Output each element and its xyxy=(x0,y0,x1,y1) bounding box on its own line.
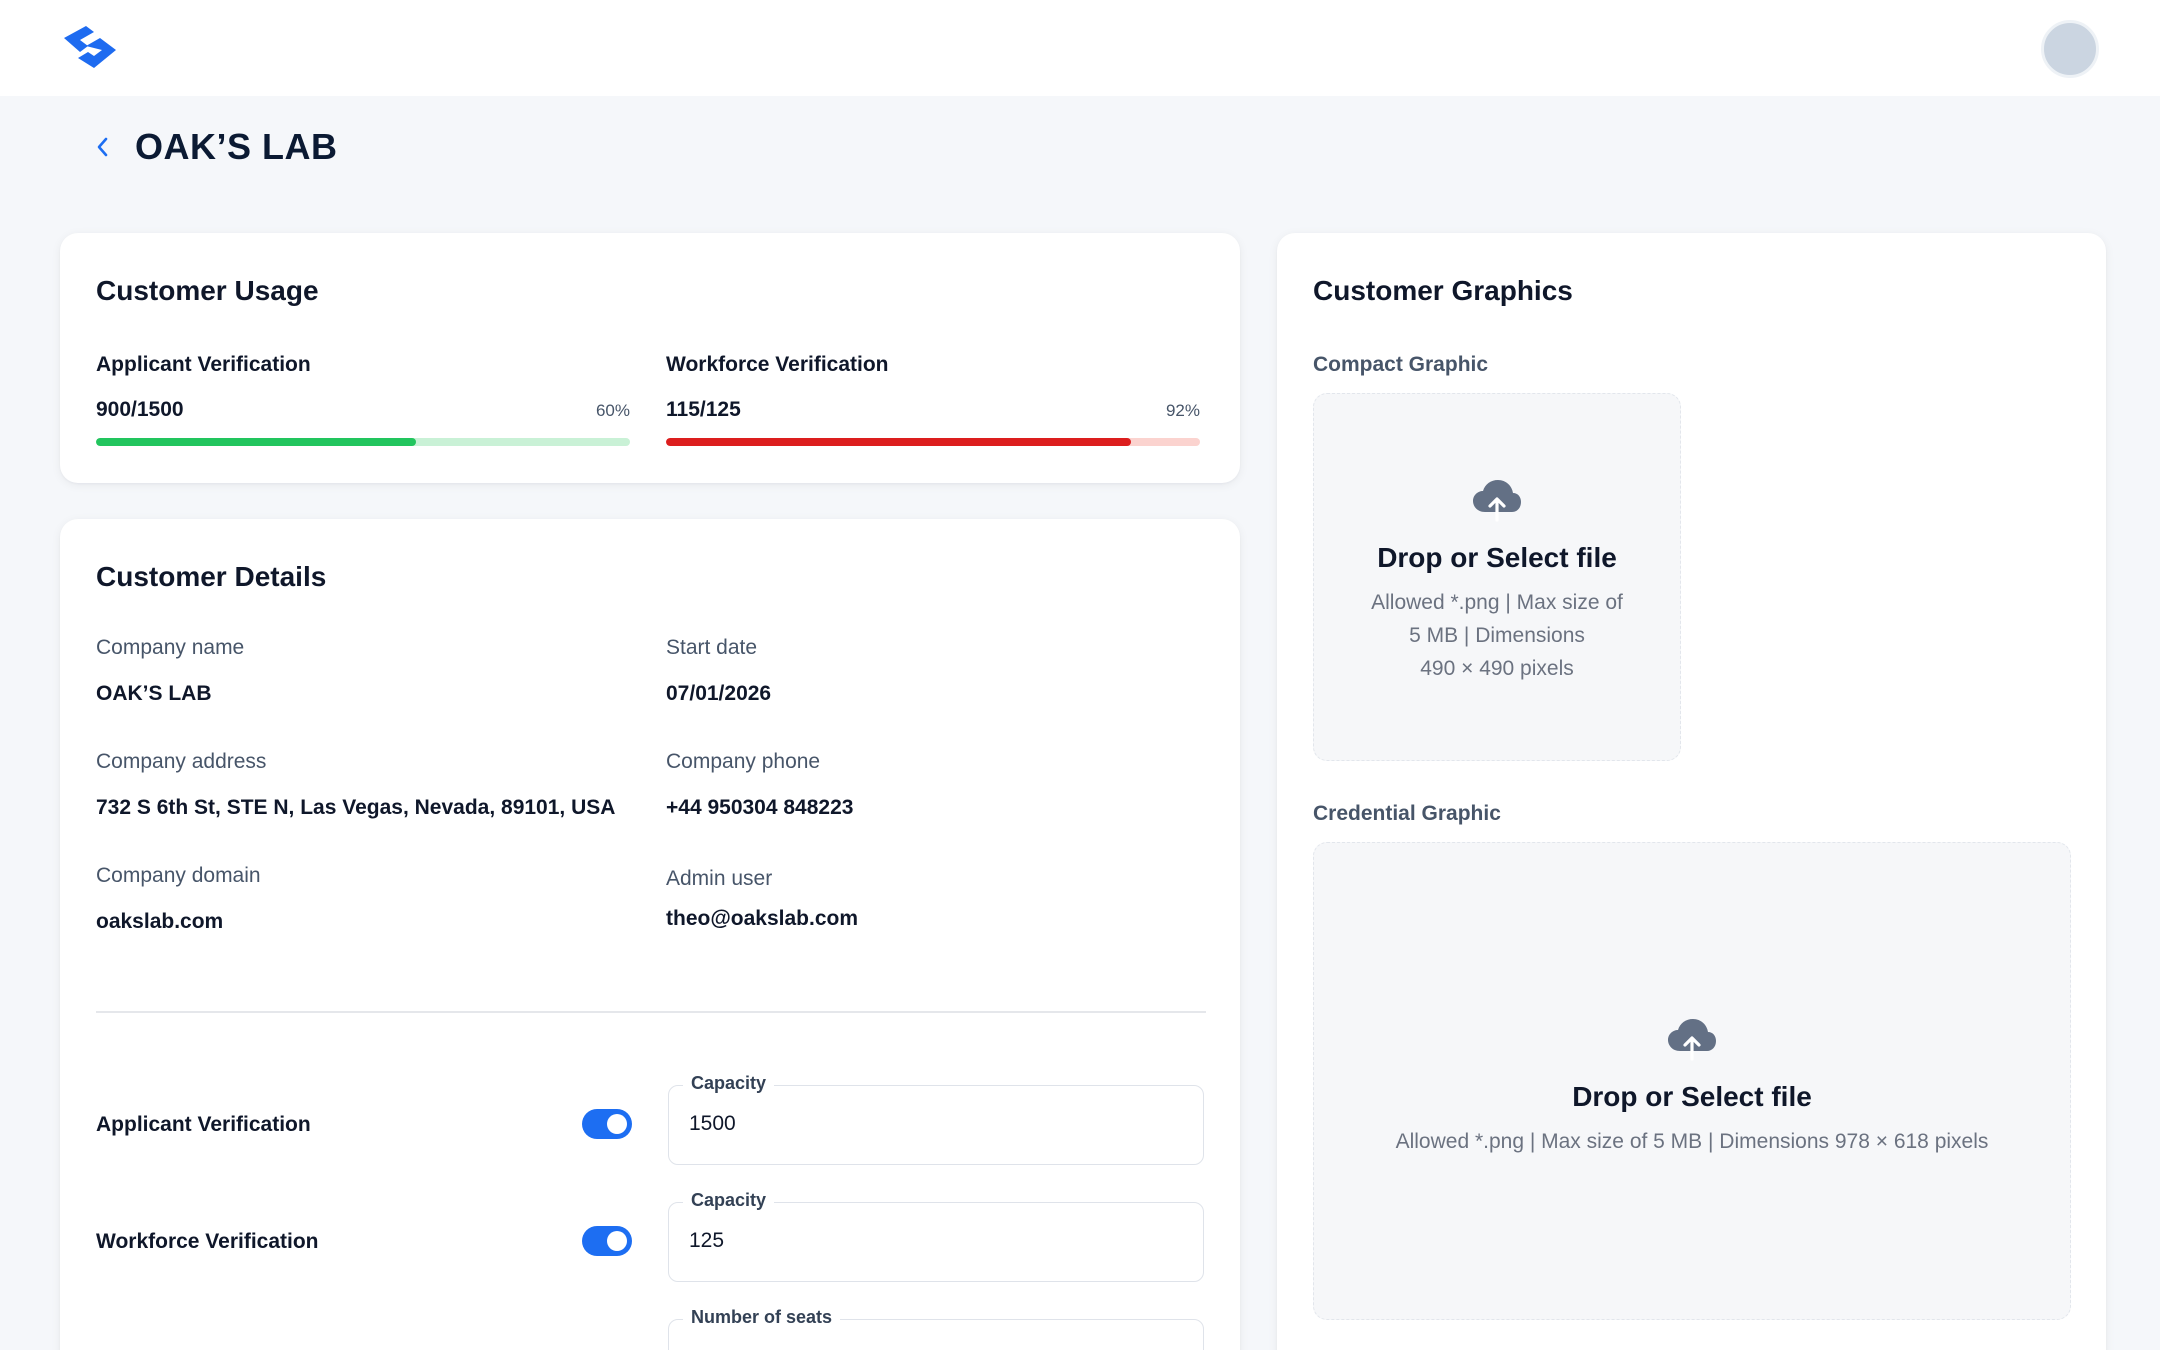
usage-label: Applicant Verification xyxy=(96,353,311,376)
company-name-value: OAK’S LAB xyxy=(96,682,212,705)
customer-usage-title: Customer Usage xyxy=(96,275,319,306)
field-label: Capacity xyxy=(683,1190,775,1211)
usage-value: 900/1500 xyxy=(96,398,184,421)
usage-value: 115/125 xyxy=(666,398,741,421)
company-address-value: 732 S 6th St, STE N, Las Vegas, Nevada, … xyxy=(96,796,616,819)
page-title: OAK’S LAB xyxy=(135,126,338,167)
applicant-verification-toggle-label: Applicant Verification xyxy=(96,1113,311,1136)
compact-drop-title: Drop or Select file xyxy=(1377,542,1617,573)
chevron-left-icon[interactable] xyxy=(92,134,114,160)
customer-details-card: Customer Details Company name OAK’S LAB … xyxy=(60,519,1240,1350)
applicant-verification-toggle[interactable] xyxy=(582,1109,632,1139)
workforce-capacity-field[interactable]: Capacity xyxy=(668,1190,1204,1282)
usage-progress-fill xyxy=(96,438,417,446)
field-label: Capacity xyxy=(683,1073,775,1094)
workforce-capacity-input[interactable] xyxy=(689,1229,1169,1253)
cloud-upload-icon xyxy=(1473,480,1521,522)
usage-progress-fill xyxy=(666,438,1131,446)
company-domain-label: Company domain xyxy=(96,864,261,887)
usage-progress-bar xyxy=(96,438,630,446)
credential-drop-title: Drop or Select file xyxy=(1572,1081,1812,1112)
admin-user-value: theo@oakslab.com xyxy=(666,907,859,930)
top-bar xyxy=(0,0,2160,96)
customer-details-title: Customer Details xyxy=(96,561,327,592)
field-label: Number of seats xyxy=(683,1307,841,1328)
number-of-seats-input[interactable] xyxy=(689,1346,1169,1350)
customer-usage-card: Customer Usage Applicant Verification 90… xyxy=(60,233,1240,483)
workforce-verification-toggle-label: Workforce Verification xyxy=(96,1230,319,1253)
workforce-verification-toggle[interactable] xyxy=(582,1226,632,1256)
company-address-label: Company address xyxy=(96,750,267,773)
compact-hint-line-1: Allowed *.png | Max size of xyxy=(1371,591,1623,614)
start-date-value: 07/01/2026 xyxy=(666,682,772,705)
start-date-label: Start date xyxy=(666,636,758,659)
applicant-capacity-input[interactable] xyxy=(689,1112,1169,1136)
credential-graphic-label: Credential Graphic xyxy=(1313,802,1501,825)
usage-progress-bar xyxy=(666,438,1200,446)
toggle-knob xyxy=(607,1114,627,1134)
credential-graphic-dropzone[interactable]: Drop or Select file Allowed *.png | Max … xyxy=(1313,842,2071,1320)
compact-hint-line-2: 5 MB | Dimensions xyxy=(1409,624,1585,647)
cloud-upload-icon xyxy=(1668,1019,1716,1061)
admin-user-label: Admin user xyxy=(666,867,773,890)
compact-graphic-label: Compact Graphic xyxy=(1313,353,1489,376)
credential-hint: Allowed *.png | Max size of 5 MB | Dimen… xyxy=(1395,1130,1989,1153)
customer-graphics-title: Customer Graphics xyxy=(1313,275,1573,306)
usage-percent: 60% xyxy=(595,401,630,420)
usage-percent: 92% xyxy=(1165,401,1200,420)
company-domain-value: oakslab.com xyxy=(96,910,224,933)
brand-logo-icon[interactable] xyxy=(60,24,120,72)
company-name-label: Company name xyxy=(96,636,245,659)
divider xyxy=(96,1011,1206,1013)
applicant-capacity-field[interactable]: Capacity xyxy=(668,1073,1204,1165)
compact-hint-line-3: 490 × 490 pixels xyxy=(1420,657,1574,680)
customer-graphics-card: Customer Graphics Compact Graphic Drop o… xyxy=(1277,233,2106,1350)
avatar[interactable] xyxy=(2041,20,2099,78)
usage-label: Workforce Verification xyxy=(666,353,889,376)
company-phone-label: Company phone xyxy=(666,750,821,773)
number-of-seats-field[interactable]: Number of seats xyxy=(668,1307,1204,1350)
company-phone-value: +44 950304 848223 xyxy=(666,796,854,819)
compact-graphic-dropzone[interactable]: Drop or Select file Allowed *.png | Max … xyxy=(1313,393,1681,761)
toggle-knob xyxy=(607,1231,627,1251)
